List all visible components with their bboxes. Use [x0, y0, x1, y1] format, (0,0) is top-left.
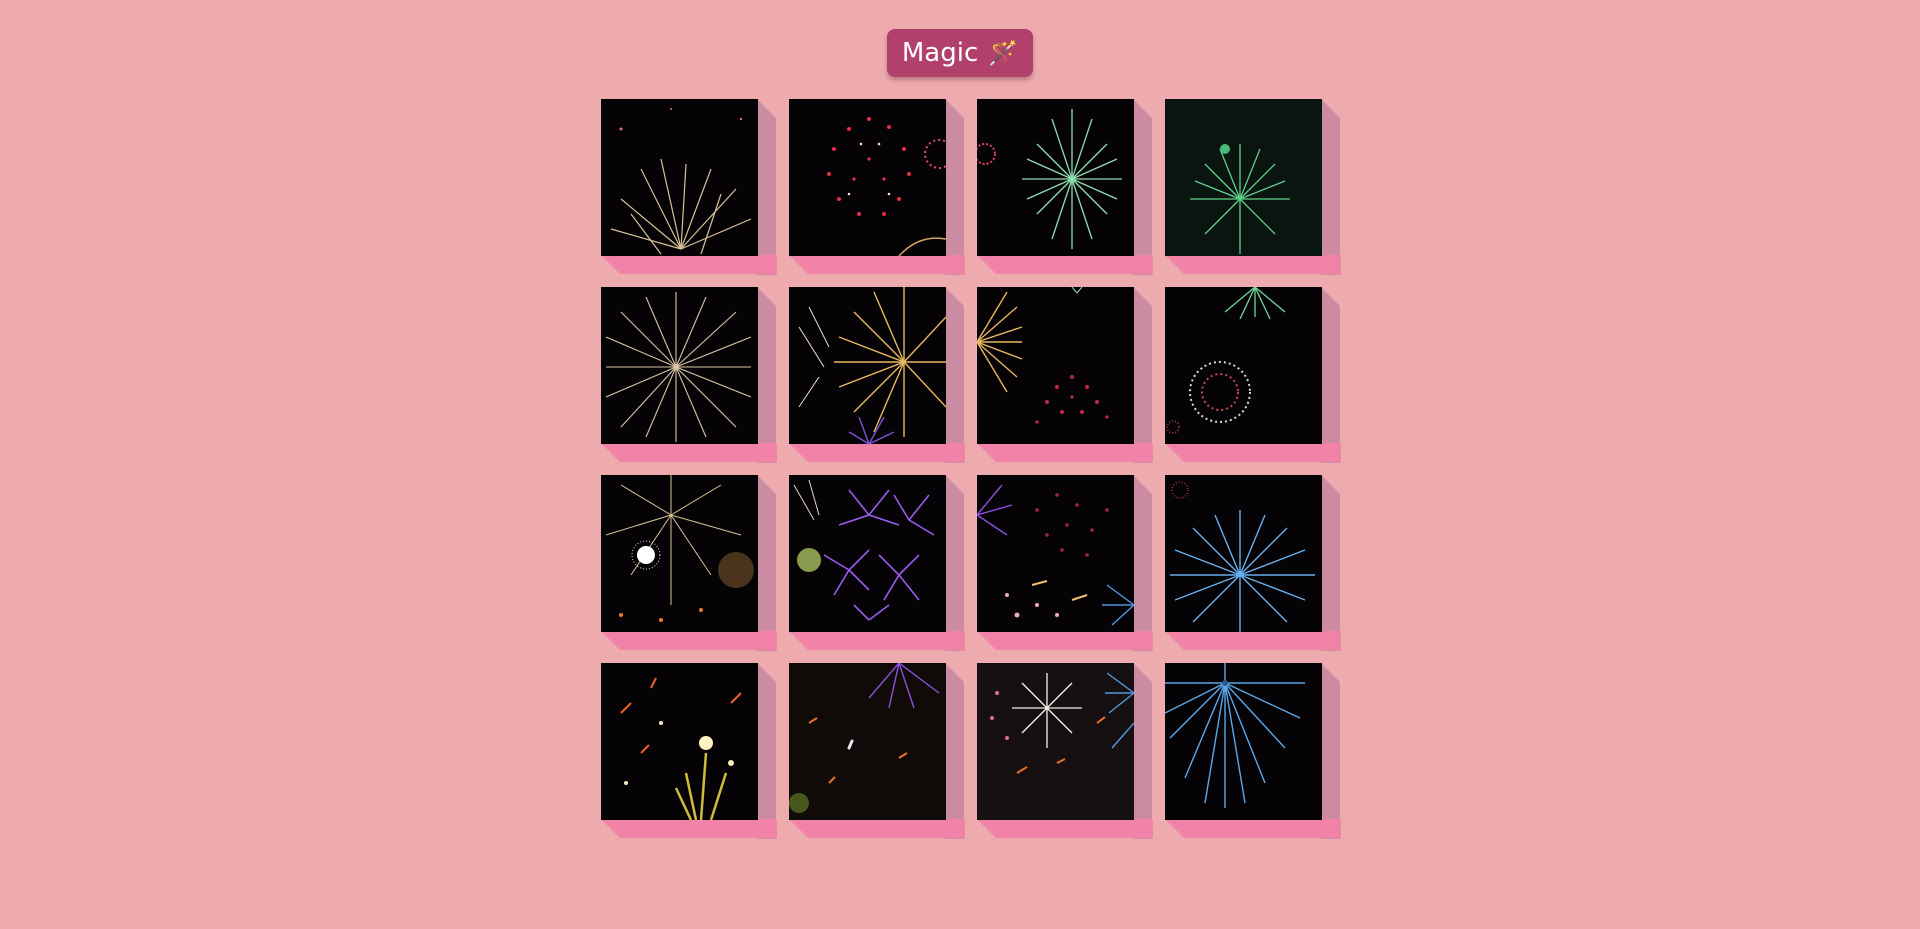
tile-4-2[interactable]	[789, 663, 965, 839]
firework-image	[977, 663, 1134, 820]
magic-wand-icon: 🪄	[988, 39, 1019, 67]
firework-image	[977, 475, 1134, 632]
tile-2-3[interactable]	[977, 287, 1153, 463]
tile-3-1[interactable]	[601, 475, 777, 651]
firework-image	[789, 99, 946, 256]
tile-1-4[interactable]	[1165, 99, 1341, 275]
tile-4-4[interactable]	[1165, 663, 1341, 839]
firework-image	[789, 475, 946, 632]
tile-2-4[interactable]	[1165, 287, 1341, 463]
tile-3-3[interactable]	[977, 475, 1153, 651]
firework-image	[1165, 663, 1322, 820]
puzzle-grid	[601, 99, 1358, 842]
firework-image	[601, 287, 758, 444]
firework-image	[601, 99, 758, 256]
firework-image	[1165, 287, 1322, 444]
firework-image	[1165, 475, 1322, 632]
tile-4-3[interactable]	[977, 663, 1153, 839]
tile-3-2[interactable]	[789, 475, 965, 651]
tile-2-1[interactable]	[601, 287, 777, 463]
tile-3-4[interactable]	[1165, 475, 1341, 651]
tile-1-1[interactable]	[601, 99, 777, 275]
firework-image	[977, 287, 1134, 444]
tile-1-3[interactable]	[977, 99, 1153, 275]
magic-button-label: Magic	[901, 38, 979, 68]
firework-image	[601, 663, 758, 820]
tile-1-2[interactable]	[789, 99, 965, 275]
tile-2-2[interactable]	[789, 287, 965, 463]
magic-button[interactable]: Magic 🪄	[887, 29, 1033, 77]
firework-image	[789, 663, 946, 820]
firework-image	[789, 287, 946, 444]
firework-image	[601, 475, 758, 632]
tile-4-1[interactable]	[601, 663, 777, 839]
firework-image	[1165, 99, 1322, 256]
firework-image	[977, 99, 1134, 256]
